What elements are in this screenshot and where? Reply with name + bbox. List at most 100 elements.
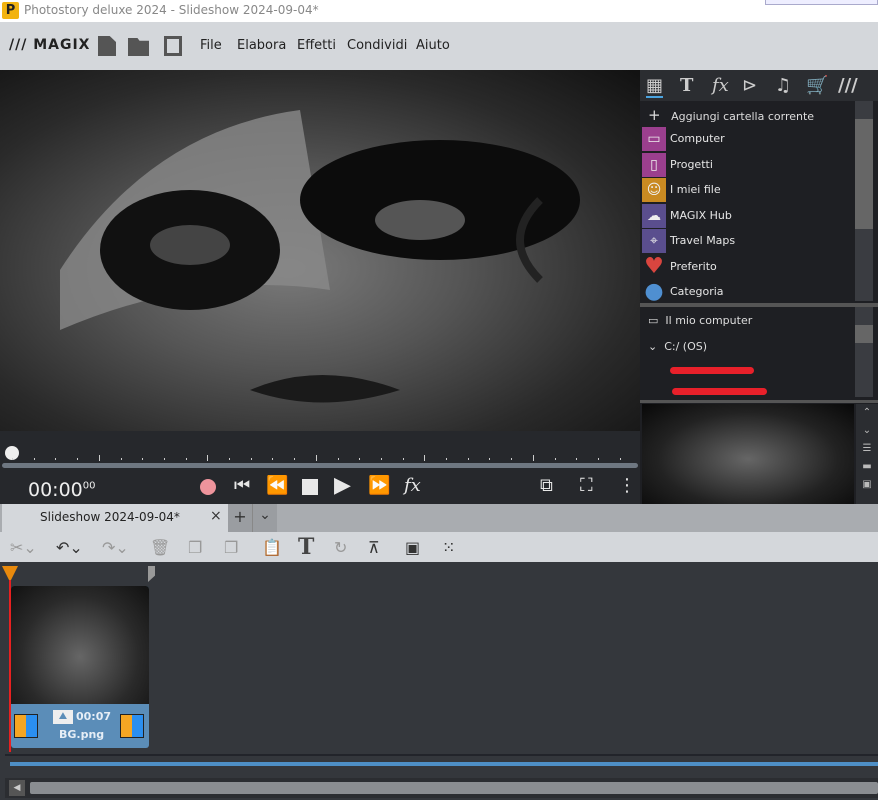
- drive-label: C:/ (OS): [664, 340, 708, 353]
- end-marker[interactable]: [148, 566, 155, 582]
- plus-icon: +: [648, 106, 661, 124]
- tab-import-icon[interactable]: ▦: [646, 75, 664, 98]
- location-icon: ▭: [642, 127, 666, 151]
- clip-filename: BG.png: [59, 728, 105, 741]
- menu-effetti[interactable]: Effetti: [297, 38, 336, 53]
- tab-transitions-icon[interactable]: ⊳: [742, 75, 757, 96]
- location-label: Categoria: [670, 285, 724, 298]
- transition-in-icon[interactable]: [14, 714, 38, 738]
- menu-file[interactable]: File: [200, 38, 222, 53]
- ruler-tick: [576, 458, 578, 460]
- location-label: Travel Maps: [670, 234, 736, 247]
- ruler-tick: [185, 458, 187, 460]
- clip-thumbnail: [11, 586, 149, 704]
- clip-duration: 00:07: [76, 710, 112, 723]
- save-icon[interactable]: [164, 36, 182, 56]
- close-tab-icon[interactable]: ×: [210, 508, 222, 524]
- location-label: I miei file: [670, 183, 721, 196]
- media-location-magix-hub[interactable]: ☁ MAGIX Hub: [642, 203, 852, 229]
- media-location-progetti[interactable]: ▯ Progetti: [642, 152, 852, 178]
- ruler-tick: [163, 458, 165, 460]
- menu-condividi[interactable]: Condividi: [347, 38, 407, 53]
- add-tab-button[interactable]: +: [228, 504, 253, 532]
- menu-aiuto[interactable]: Aiuto: [416, 38, 450, 53]
- add-current-folder-button[interactable]: + Aggiungi cartella corrente: [648, 106, 814, 124]
- tab-music-icon[interactable]: ♫: [775, 75, 791, 96]
- duplicate-icon[interactable]: ❐: [224, 538, 238, 557]
- scroll-left-button[interactable]: ◀: [9, 780, 25, 796]
- add-folder-label: Aggiungi cartella corrente: [671, 110, 815, 123]
- ruler-tick: [142, 458, 144, 460]
- overview-bar[interactable]: [10, 762, 878, 766]
- delete-icon[interactable]: 🗑: [150, 538, 170, 557]
- menu-elabora[interactable]: Elabora: [237, 38, 286, 53]
- crop-icon[interactable]: ▣: [405, 538, 420, 557]
- media-location-computer[interactable]: ▭ Computer: [642, 127, 852, 152]
- tree-drive-c[interactable]: ⌄ C:/ (OS): [648, 340, 707, 353]
- media-location-preferito[interactable]: ♥ Preferito: [642, 254, 852, 280]
- preview-side-icons[interactable]: ⌃ ⌄ ☰ ▬ ▣: [856, 404, 878, 504]
- fullscreen-icon[interactable]: ⛶: [580, 475, 593, 496]
- ruler-tick: [359, 458, 361, 460]
- location-label: Progetti: [670, 157, 713, 171]
- media-location-travel-maps[interactable]: ⌖ Travel Maps: [642, 229, 852, 254]
- ruler-tick: [229, 458, 230, 460]
- cut-icon[interactable]: ✂⌄: [10, 538, 37, 557]
- ruler-tick: [12, 458, 13, 460]
- project-tab[interactable]: Slideshow 2024-09-04* ×: [2, 504, 228, 532]
- text-tool-icon[interactable]: T: [298, 534, 314, 560]
- scroll-thumb[interactable]: [30, 782, 878, 794]
- location-icon: ●: [644, 279, 664, 304]
- paste-icon[interactable]: 📋: [262, 538, 282, 557]
- tab-list-dropdown[interactable]: ⌄: [253, 504, 277, 532]
- more-options-icon[interactable]: ⋮: [618, 475, 636, 496]
- title-bar: P Photostory deluxe 2024 - Slideshow 202…: [0, 0, 878, 22]
- ruler-tick: [55, 458, 57, 460]
- tree-scrollbar[interactable]: [855, 307, 873, 397]
- timeline[interactable]: ⛰ 00:07 BG.png ◀: [0, 562, 878, 800]
- skip-start-button[interactable]: ⏮: [234, 475, 250, 496]
- tab-effects-icon[interactable]: fx: [712, 75, 729, 96]
- panel-divider: [640, 400, 878, 403]
- media-location-i-miei-file[interactable]: ☺ I miei file: [642, 178, 852, 203]
- location-icon: ⌖: [642, 229, 666, 253]
- rewind-button[interactable]: ⏪: [266, 475, 288, 496]
- fx-button[interactable]: fx: [404, 475, 421, 496]
- stop-button[interactable]: [302, 479, 318, 495]
- redacted-folder: [670, 367, 754, 374]
- ruler-tick: [272, 458, 274, 460]
- play-button[interactable]: ▶: [334, 473, 351, 498]
- redo-icon[interactable]: ↷⌄: [102, 538, 129, 557]
- undo-icon[interactable]: ↶⌄: [56, 538, 83, 557]
- ruler-tick: [532, 455, 534, 461]
- new-file-icon[interactable]: [98, 36, 116, 56]
- window-controls[interactable]: [765, 0, 878, 5]
- split-icon[interactable]: ⊼: [368, 538, 380, 557]
- tab-text-icon[interactable]: T: [680, 75, 693, 96]
- list-scrollbar[interactable]: [855, 101, 873, 301]
- record-button[interactable]: [200, 479, 216, 495]
- position-slider[interactable]: [2, 463, 638, 468]
- fast-forward-button[interactable]: ⏩: [368, 475, 390, 496]
- ruler-tick: [402, 458, 404, 460]
- open-folder-icon[interactable]: [128, 38, 149, 56]
- edit-toolbar: ✂⌄ ↶⌄ ↷⌄ 🗑 ❐ ❐ 📋 T ↻ ⊼ ▣ ⁙: [0, 532, 878, 562]
- ruler-tick: [315, 455, 317, 461]
- timeline-clip[interactable]: ⛰ 00:07 BG.png: [11, 586, 149, 748]
- window-title: Photostory deluxe 2024 - Slideshow 2024-…: [24, 3, 319, 17]
- horizontal-scrollbar[interactable]: ◀: [5, 778, 878, 798]
- rotate-icon[interactable]: ↻: [334, 538, 347, 557]
- grid-icon[interactable]: ⁙: [442, 538, 455, 557]
- ruler-tick: [467, 458, 469, 460]
- video-preview[interactable]: [0, 70, 640, 431]
- media-location-categoria[interactable]: ● Categoria: [642, 280, 852, 305]
- copy-icon[interactable]: ❐: [188, 538, 202, 557]
- preview-image: [60, 110, 580, 403]
- tab-magix-icon[interactable]: ///: [838, 75, 858, 96]
- tab-store-icon[interactable]: 🛒: [806, 75, 828, 96]
- cast-icon[interactable]: ⧉: [540, 475, 553, 496]
- image-icon: ⛰: [53, 710, 73, 724]
- tree-my-computer[interactable]: ▭ Il mio computer: [648, 314, 752, 327]
- transition-out-icon[interactable]: [120, 714, 144, 738]
- ruler-tick: [554, 458, 556, 460]
